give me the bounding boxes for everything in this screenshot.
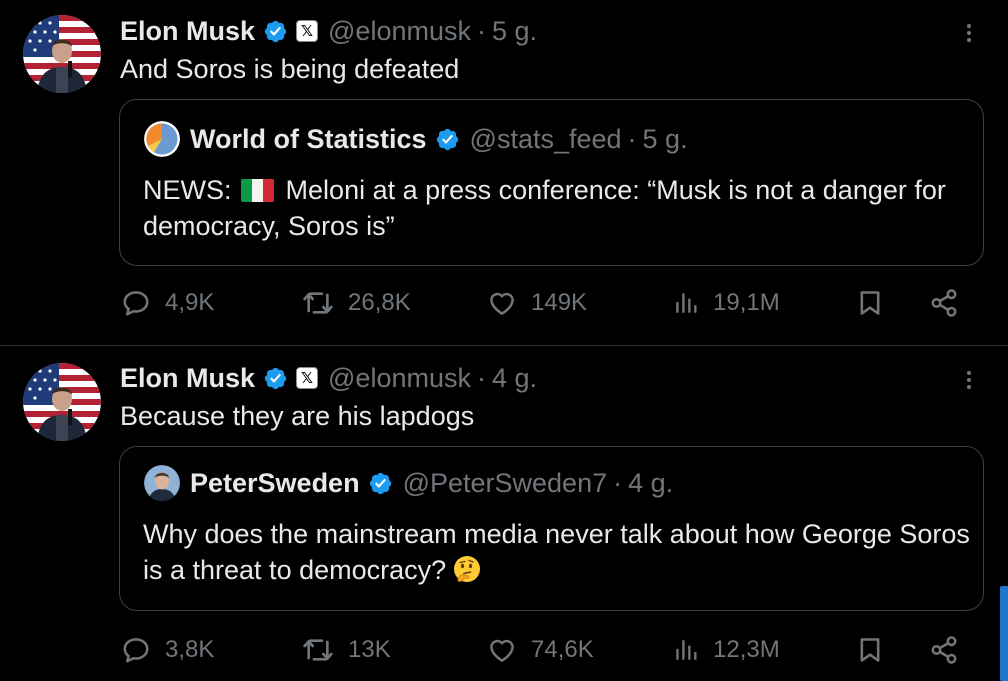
tweet[interactable]: Elon Musk 𝕏 @elonmusk · 4 g. Because the… (0, 346, 1008, 681)
heart-icon (487, 635, 517, 665)
like-count: 149K (531, 289, 588, 316)
separator-dot: · (476, 362, 486, 393)
quoted-author-handle[interactable]: @stats_feed (470, 124, 622, 155)
reply-icon (121, 288, 151, 318)
heart-icon (487, 288, 517, 318)
quoted-avatar[interactable] (144, 465, 180, 501)
reply-count: 3,8K (165, 636, 215, 663)
like-button[interactable]: 149K (487, 283, 587, 323)
reply-button[interactable]: 4,9K (121, 283, 214, 323)
like-button[interactable]: 74,6K (487, 630, 594, 670)
share-icon (929, 288, 959, 318)
affiliate-x-badge[interactable]: 𝕏 (296, 20, 319, 42)
verified-badge-icon[interactable] (263, 19, 288, 44)
retweet-button[interactable]: 13K (302, 630, 391, 670)
scrollbar-thumb[interactable] (1000, 586, 1008, 681)
views-count: 19,1M (713, 289, 780, 316)
quoted-tweet[interactable]: PeterSweden @PeterSweden7 · 4 g. Why doe… (119, 446, 984, 611)
retweet-icon (302, 287, 334, 319)
bookmark-icon (856, 287, 884, 319)
share-button[interactable] (929, 283, 959, 323)
author-name[interactable]: Elon Musk (120, 363, 255, 394)
quoted-avatar[interactable] (144, 121, 180, 157)
author-name[interactable]: Elon Musk (120, 16, 255, 47)
separator-dot: · (613, 467, 623, 498)
reply-count: 4,9K (165, 289, 215, 316)
quoted-timestamp[interactable]: 4 g. (628, 468, 673, 499)
tweet-actions: 3,8K 13K 74,6K 12,3M (0, 630, 1008, 670)
quoted-author-name[interactable]: PeterSweden (190, 468, 360, 499)
tweet-header: Elon Musk 𝕏 @elonmusk · 5 g. (120, 14, 537, 48)
quoted-text-body: Why does the mainstream media never talk… (143, 519, 970, 585)
like-count: 74,6K (531, 636, 594, 663)
share-button[interactable] (929, 630, 959, 670)
avatar[interactable] (23, 15, 101, 93)
reply-icon (121, 635, 151, 665)
quoted-tweet[interactable]: World of Statistics @stats_feed · 5 g. N… (119, 99, 984, 266)
affiliate-x-badge[interactable]: 𝕏 (296, 367, 319, 389)
views-button[interactable]: 19,1M (673, 283, 780, 323)
views-count: 12,3M (713, 636, 780, 663)
quoted-tweet-header: World of Statistics @stats_feed · 5 g. (144, 121, 688, 157)
quoted-text-prefix: NEWS: (143, 175, 232, 205)
retweet-count: 13K (348, 636, 391, 663)
quoted-tweet-text: NEWS: Meloni at a press conference: “Mus… (143, 172, 973, 244)
tweet-header: Elon Musk 𝕏 @elonmusk · 4 g. (120, 361, 537, 395)
share-icon (929, 635, 959, 665)
views-button[interactable]: 12,3M (673, 630, 780, 670)
quoted-timestamp[interactable]: 5 g. (643, 124, 688, 155)
separator-dot: · (627, 123, 637, 154)
avatar-image (23, 15, 101, 93)
tweet-text: And Soros is being defeated (120, 54, 460, 84)
bookmark-button[interactable] (856, 283, 884, 323)
tweet-actions: 4,9K 26,8K 149K 19,1M (0, 283, 1008, 323)
reply-button[interactable]: 3,8K (121, 630, 214, 670)
thinking-face-emoji-icon (454, 556, 481, 582)
more-options-button[interactable] (954, 15, 984, 51)
more-options-button[interactable] (954, 362, 984, 398)
pie-chart-avatar-image (144, 121, 180, 157)
bookmark-button[interactable] (856, 630, 884, 670)
timestamp[interactable]: 5 g. (492, 16, 537, 47)
author-handle[interactable]: @elonmusk (328, 363, 471, 394)
retweet-icon (302, 634, 334, 666)
quoted-author-handle[interactable]: @PeterSweden7 (403, 468, 608, 499)
quoted-author-name[interactable]: World of Statistics (190, 124, 427, 155)
quoted-tweet-header: PeterSweden @PeterSweden7 · 4 g. (144, 465, 673, 501)
more-options-icon (957, 368, 981, 392)
views-chart-icon (673, 637, 699, 663)
tweet[interactable]: Elon Musk 𝕏 @elonmusk · 5 g. And Soros i… (0, 0, 1008, 346)
bookmark-icon (856, 634, 884, 666)
retweet-count: 26,8K (348, 289, 411, 316)
more-options-icon (957, 21, 981, 45)
timestamp[interactable]: 4 g. (492, 363, 537, 394)
avatar[interactable] (23, 363, 101, 441)
quoted-tweet-text: Why does the mainstream media never talk… (143, 516, 973, 588)
author-handle[interactable]: @elonmusk (328, 16, 471, 47)
verified-badge-icon (368, 471, 393, 496)
retweet-button[interactable]: 26,8K (302, 283, 411, 323)
verified-badge-icon[interactable] (263, 366, 288, 391)
separator-dot: · (476, 15, 486, 46)
verified-badge-icon (435, 127, 460, 152)
portrait-avatar-image (144, 465, 180, 501)
views-chart-icon (673, 290, 699, 316)
italy-flag-icon (241, 179, 275, 202)
tweet-text: Because they are his lapdogs (120, 401, 475, 431)
avatar-image (23, 363, 101, 441)
